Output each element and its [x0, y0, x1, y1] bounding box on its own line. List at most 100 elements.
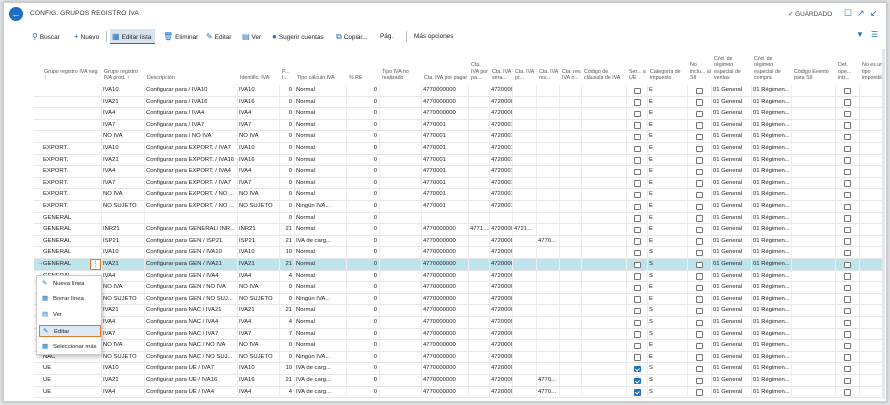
- table-cell[interactable]: [513, 189, 537, 201]
- table-cell[interactable]: [469, 96, 490, 109]
- checkbox[interactable]: [844, 261, 851, 268]
- table-cell[interactable]: Configurar para NAC / NO SUJ...: [145, 351, 238, 364]
- table-cell[interactable]: 4770000000: [422, 96, 469, 109]
- table-cell[interactable]: 4720000...: [490, 363, 513, 375]
- table-cell[interactable]: 0: [347, 340, 380, 352]
- delete-button[interactable]: 🗑 Eliminar: [161, 29, 200, 44]
- table-cell[interactable]: [792, 212, 836, 225]
- checkbox[interactable]: [696, 157, 703, 164]
- column-header[interactable]: Cta. IVA pr...: [513, 49, 537, 83]
- table-cell[interactable]: [792, 143, 836, 155]
- table-cell[interactable]: [792, 224, 836, 236]
- table-cell[interactable]: 0: [280, 154, 295, 167]
- table-cell[interactable]: [792, 293, 836, 306]
- table-cell[interactable]: [560, 340, 582, 352]
- table-cell[interactable]: IVA16: [238, 96, 280, 109]
- table-cell[interactable]: [513, 108, 537, 120]
- table-row[interactable]: NAC NO SUJETO Configurar para NAC / NO SUJ…: [34, 351, 884, 364]
- table-cell[interactable]: [537, 259, 560, 271]
- table-cell[interactable]: Normal: [295, 317, 347, 329]
- table-cell[interactable]: 01 Régimen...: [752, 131, 792, 143]
- table-cell[interactable]: [537, 282, 560, 294]
- table-cell[interactable]: 01 General: [712, 305, 752, 317]
- column-header[interactable]: Tipo cálculo IVA: [295, 49, 347, 83]
- table-cell[interactable]: 01 General: [712, 270, 752, 283]
- table-cell[interactable]: [560, 131, 582, 143]
- table-cell[interactable]: [380, 317, 422, 329]
- table-cell[interactable]: Configurar para NAC / IVA7: [145, 328, 238, 341]
- table-cell[interactable]: IVA16: [238, 154, 280, 167]
- table-cell[interactable]: 0: [347, 317, 380, 329]
- table-cell[interactable]: [537, 293, 560, 306]
- checkbox[interactable]: [844, 319, 851, 326]
- table-cell[interactable]: [380, 177, 422, 190]
- table-cell[interactable]: 01 Régimen...: [752, 340, 792, 352]
- table-row[interactable]: IVA4 Configurar para / IVA4 IVA4 0 Normal 0 47…: [34, 108, 884, 120]
- table-cell[interactable]: [792, 247, 836, 259]
- page-button[interactable]: Pág.: [378, 29, 395, 44]
- table-cell[interactable]: EXPORT.: [42, 166, 102, 178]
- column-header[interactable]: % RE: [347, 49, 380, 83]
- checkbox[interactable]: [696, 377, 703, 384]
- table-cell[interactable]: [42, 96, 102, 109]
- checkbox[interactable]: [696, 99, 703, 106]
- table-cell[interactable]: 01 Régimen...: [752, 189, 792, 201]
- table-cell[interactable]: [582, 305, 627, 317]
- table-cell[interactable]: [792, 154, 836, 167]
- popout-icon[interactable]: ↗: [857, 8, 865, 19]
- column-header[interactable]: Cta. IVA rev...: [537, 49, 560, 83]
- table-cell[interactable]: S: [648, 259, 688, 271]
- table-cell[interactable]: 01 Régimen...: [752, 154, 792, 167]
- table-cell[interactable]: [792, 282, 836, 294]
- table-cell[interactable]: Configurar para EXPORT. / NO ...: [145, 201, 238, 213]
- table-cell[interactable]: [792, 201, 836, 213]
- table-cell[interactable]: [469, 212, 490, 225]
- table-cell[interactable]: GENERAL: [42, 235, 102, 248]
- checkbox[interactable]: [634, 319, 641, 326]
- table-cell[interactable]: E: [648, 177, 688, 190]
- checkbox[interactable]: [634, 354, 641, 361]
- table-cell[interactable]: [102, 212, 145, 225]
- table-cell[interactable]: 4770000000: [422, 305, 469, 317]
- table-cell[interactable]: NO SUJETO: [238, 351, 280, 364]
- table-cell[interactable]: 01 General: [712, 85, 752, 97]
- table-cell[interactable]: E: [648, 340, 688, 352]
- table-cell[interactable]: [560, 96, 582, 109]
- table-cell[interactable]: [469, 131, 490, 143]
- table-cell[interactable]: 0: [347, 351, 380, 364]
- table-cell[interactable]: [380, 166, 422, 178]
- checkbox[interactable]: [696, 145, 703, 152]
- checkbox[interactable]: [634, 365, 641, 373]
- table-cell[interactable]: 0: [347, 119, 380, 132]
- row-actions-ellipsis-icon[interactable]: ⋮: [90, 259, 101, 270]
- table-cell[interactable]: 0: [280, 177, 295, 190]
- table-cell[interactable]: [513, 363, 537, 375]
- table-cell[interactable]: [537, 270, 560, 283]
- table-cell[interactable]: [513, 386, 537, 399]
- table-cell[interactable]: 4770000000: [422, 328, 469, 341]
- table-cell[interactable]: [792, 85, 836, 97]
- table-cell[interactable]: IVA10: [102, 143, 145, 155]
- table-cell[interactable]: Normal: [295, 154, 347, 167]
- edit-button[interactable]: ✎ Editar: [204, 29, 233, 44]
- table-cell[interactable]: E: [648, 224, 688, 236]
- table-cell[interactable]: 01 General: [712, 363, 752, 375]
- table-cell[interactable]: 4720000...: [490, 259, 513, 271]
- table-row[interactable]: GENERAL 0 Normal 0 E 01 General 01 Régimen...: [34, 212, 884, 225]
- table-cell[interactable]: E: [648, 351, 688, 364]
- checkbox[interactable]: [844, 342, 851, 350]
- checkbox[interactable]: [634, 389, 641, 396]
- table-cell[interactable]: [537, 351, 560, 364]
- table-row[interactable]: UE IVA10 Configurar para UE / IVA7 IVA10 10 I…: [34, 363, 884, 375]
- table-cell[interactable]: 4720000...: [490, 85, 513, 97]
- table-row[interactable]: GENERALIVA4Configurar para GEN / IVA4IVA…: [34, 270, 884, 283]
- table-cell[interactable]: [469, 259, 490, 271]
- table-cell[interactable]: [792, 340, 836, 352]
- table-cell[interactable]: [380, 293, 422, 306]
- table-cell[interactable]: IVA4: [238, 317, 280, 329]
- table-cell[interactable]: [582, 235, 627, 248]
- checkbox[interactable]: [844, 377, 851, 384]
- table-cell[interactable]: [513, 375, 537, 387]
- table-cell[interactable]: [582, 108, 627, 120]
- checkbox[interactable]: [844, 168, 851, 176]
